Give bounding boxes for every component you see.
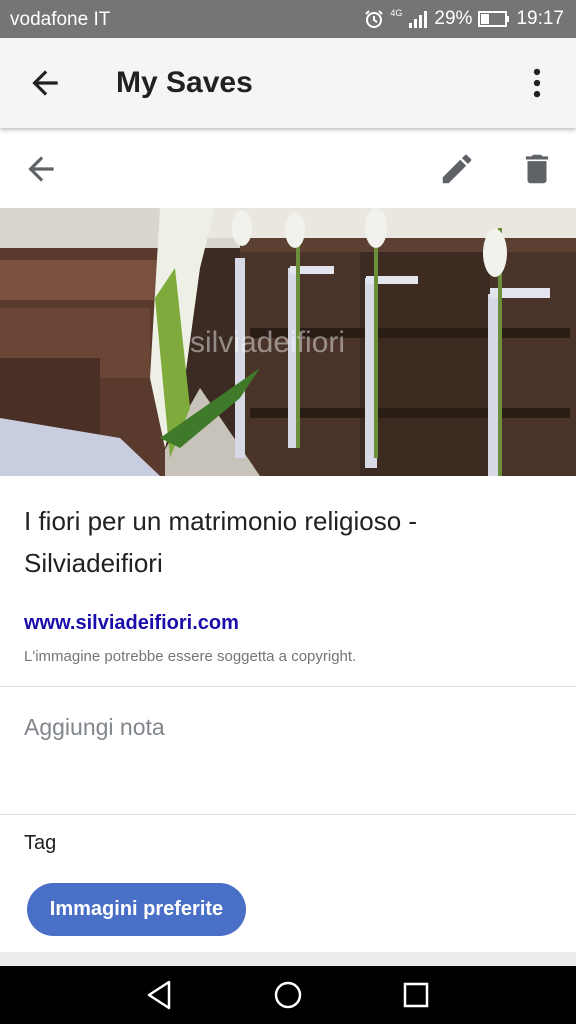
content-bottom-edge <box>0 952 576 966</box>
divider <box>0 814 576 815</box>
more-vert-icon[interactable] <box>518 64 556 102</box>
source-link[interactable]: www.silviadeifiori.com <box>24 612 239 635</box>
edit-pencil-icon[interactable] <box>438 150 476 188</box>
alarm-icon <box>364 9 384 29</box>
image-watermark: silviadeifiori <box>190 326 346 359</box>
saved-image[interactable]: silviadeifiori <box>0 208 576 476</box>
copyright-notice: L'immagine potrebbe essere soggetta a co… <box>24 648 357 665</box>
tag-chip[interactable]: Immagini preferite <box>27 883 246 936</box>
note-input[interactable]: Aggiungi nota <box>24 714 165 741</box>
delete-trash-icon[interactable] <box>518 150 556 188</box>
nav-back-icon[interactable] <box>143 978 177 1012</box>
detail-toolbar <box>0 128 576 208</box>
back-arrow-icon[interactable] <box>26 64 64 102</box>
network-type: 4G <box>390 8 403 18</box>
back-arrow-icon[interactable] <box>22 150 60 188</box>
status-indicators: 4G 29% 19:17 <box>364 6 564 32</box>
battery-percent: 29% <box>434 8 473 29</box>
system-nav-bar <box>0 966 576 1024</box>
status-bar: vodafone IT 4G 29% 19:17 <box>0 0 576 38</box>
divider <box>0 686 576 687</box>
carrier-name: vodafone IT <box>10 9 111 30</box>
nav-recents-icon[interactable] <box>399 978 433 1012</box>
page-title: My Saves <box>116 66 253 99</box>
save-title: I fiori per un matrimonio religioso - Si… <box>24 506 418 578</box>
clock: 19:17 <box>516 8 564 29</box>
nav-home-icon[interactable] <box>271 978 305 1012</box>
tag-section-label: Tag <box>24 832 57 854</box>
battery-icon <box>478 11 510 27</box>
app-bar: My Saves <box>0 38 576 128</box>
signal-icon <box>408 10 428 28</box>
